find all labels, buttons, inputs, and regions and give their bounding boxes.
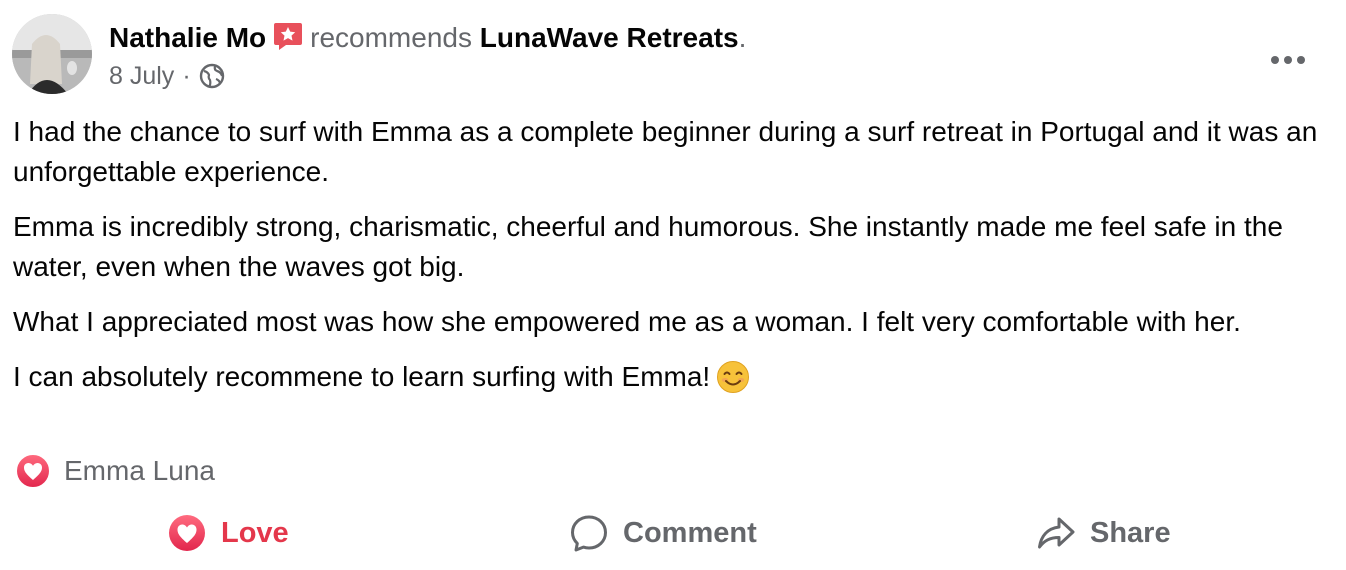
comment-icon [571,515,607,552]
post-paragraph-4: I can absolutely recommene to learn surf… [13,361,711,392]
author-name[interactable]: Nathalie Mo [109,22,266,53]
smiling-face-icon [717,361,750,393]
comment-label: Comment [623,516,757,549]
title-period: . [738,22,747,53]
love-button[interactable]: Love [167,505,289,561]
avatar-photo [12,14,92,94]
post-subline: 8 July · [109,61,746,91]
meta-separator: · [182,62,191,90]
post-paragraph-3: What I appreciated most was how she empo… [13,306,1241,337]
post-meta: Nathalie Mo recommends LunaWave Retreats… [109,20,746,91]
love-icon [169,515,205,551]
post-body: I had the chance to surf with Emma as a … [13,112,1333,412]
share-icon [1038,517,1075,549]
post-header: Nathalie Mo recommends LunaWave Retreats… [12,14,1346,98]
reaction-summary[interactable]: Emma Luna [14,452,215,490]
author-avatar[interactable] [12,14,92,94]
recommendation-badge-icon [274,23,303,50]
globe-icon[interactable] [199,63,225,89]
post-paragraph-4-wrap: I can absolutely recommene to learn surf… [13,357,1333,397]
post-paragraph-1: I had the chance to surf with Emma as a … [13,116,1318,187]
post-title-line: Nathalie Mo recommends LunaWave Retreats… [109,20,746,55]
page-name-link[interactable]: LunaWave Retreats [480,22,739,53]
share-label: Share [1090,516,1171,549]
post-date[interactable]: 8 July [109,61,174,91]
reaction-names: Emma Luna [64,455,215,486]
post-paragraph-2: Emma is incredibly strong, charismatic, … [13,211,1283,282]
love-label: Love [221,516,289,549]
comment-button[interactable]: Comment [569,505,757,561]
recommends-verb: recommends [310,22,472,53]
more-options-icon[interactable] [1270,54,1306,66]
recommendation-post: Nathalie Mo recommends LunaWave Retreats… [0,0,1346,570]
share-button[interactable]: Share [1036,505,1171,561]
love-reaction-icon [15,453,51,489]
action-bar: Love Comment Share [0,505,1346,561]
